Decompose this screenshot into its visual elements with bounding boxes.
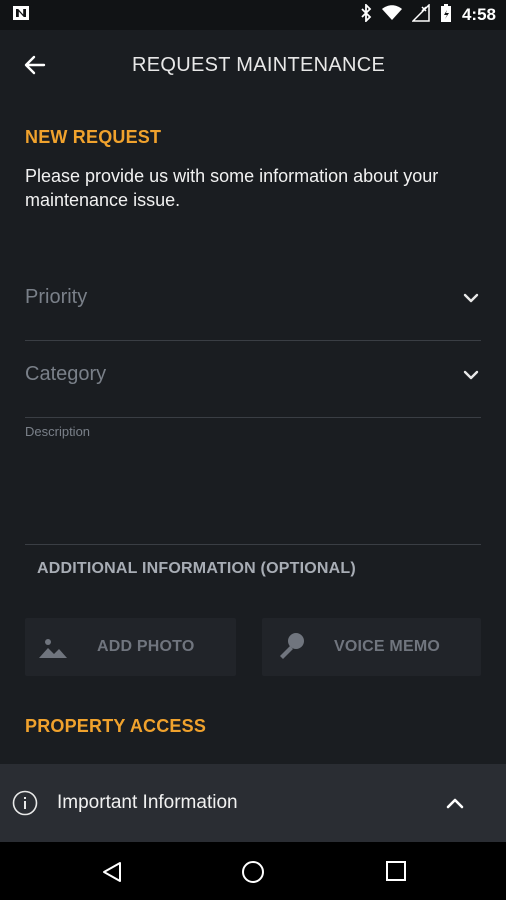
add-photo-button[interactable]: ADD PHOTO [25,618,236,676]
property-access-heading: PROPERTY ACCESS [25,716,207,736]
app-bar: REQUEST MAINTENANCE [0,30,506,100]
home-nav-icon[interactable] [241,860,265,889]
add-photo-label: ADD PHOTO [97,638,195,655]
image-icon [37,630,71,664]
description-field[interactable]: Description [25,416,481,545]
category-dropdown[interactable]: Category [25,339,481,418]
notification-icon [12,4,30,27]
voice-memo-button[interactable]: VOICE MEMO [262,618,481,676]
voice-memo-label: VOICE MEMO [334,638,441,655]
description-label: Description [25,424,91,439]
info-icon [12,790,38,816]
page-title: REQUEST MAINTENANCE [132,54,386,76]
cell-signal-icon [411,2,430,27]
recents-nav-icon[interactable] [385,860,407,887]
status-bar: 4:58 [0,0,506,30]
microphone-icon [274,630,308,664]
back-nav-icon[interactable] [100,860,124,889]
chevron-down-icon [461,288,481,308]
additional-info-heading: ADDITIONAL INFORMATION (OPTIONAL) [37,560,356,577]
clock: 4:58 [461,5,496,24]
back-arrow-icon[interactable] [22,52,48,78]
priority-dropdown[interactable]: Priority [25,262,481,341]
new-request-heading: NEW REQUEST [25,127,162,147]
intro-text: Please provide us with some information … [25,166,439,210]
battery-icon [440,3,452,28]
wifi-icon [381,4,402,26]
priority-label: Priority [25,286,88,308]
chevron-down-icon [461,365,481,385]
important-info-label: Important Information [57,792,238,813]
bluetooth-icon [360,2,372,27]
chevron-up-icon[interactable] [444,792,466,814]
category-label: Category [25,363,107,385]
